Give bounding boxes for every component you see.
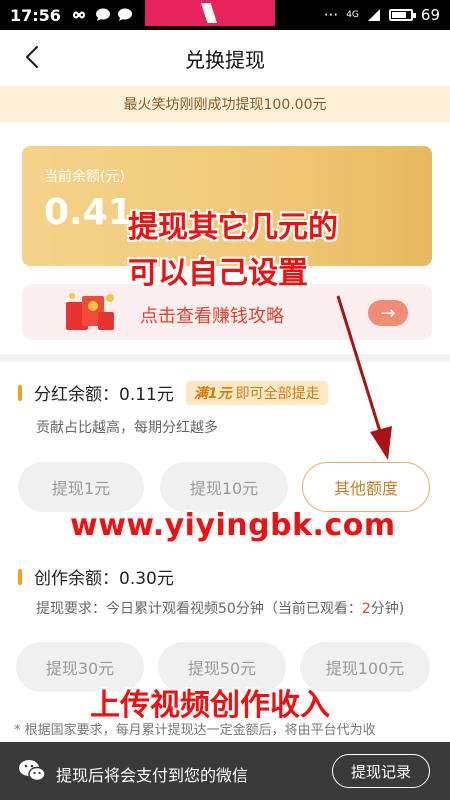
status-right: ··· 4G 69 <box>324 6 440 24</box>
signal-bars-icon <box>367 9 380 21</box>
annotation-line2: 可以自己设置 <box>128 256 308 291</box>
page-title: 兑换提现 <box>185 47 265 72</box>
red-envelope-icon <box>66 293 114 330</box>
nav-bar: 兑换提现 <box>0 30 450 86</box>
balance-label: 当前余额(元) <box>44 169 125 185</box>
signal-icon: 4G <box>346 10 359 20</box>
annotation-arrow-icon <box>336 295 392 460</box>
chat-bubble-icon-2 <box>117 8 132 21</box>
withdraw-notice: 最火笑坊刚刚成功提现100.00元 <box>0 86 450 122</box>
notification-icons <box>69 8 133 22</box>
other-amount-button[interactable]: 其他额度 <box>302 462 430 512</box>
dividend-desc: 贡献占比越高，每期分红越多 <box>36 420 218 436</box>
chat-bubble-icon <box>95 8 110 21</box>
infinity-icon <box>72 11 85 19</box>
withdraw-1-button[interactable]: 提现1元 <box>18 462 144 512</box>
battery-icon <box>388 9 416 21</box>
creation-balance-header: 创作余额：0.30元 <box>18 564 174 589</box>
payout-hint: 提现后将会支付到您的微信 <box>56 766 249 785</box>
annotation-bottom: 上传视频创作收入 <box>90 688 330 723</box>
annotation-url: www.yiyingbk.com <box>70 508 396 543</box>
annotation-line1: 提现其它几元的 <box>128 210 338 245</box>
more-dots-icon: ··· <box>323 6 339 24</box>
section-accent-bar-2 <box>18 568 22 585</box>
wechat-icon <box>19 760 46 782</box>
requirement-suffix: 分钟) <box>370 601 405 617</box>
threshold-rest: 即可全部提走 <box>235 385 320 402</box>
withdraw-10-button[interactable]: 提现10元 <box>160 462 288 512</box>
app-logo-overlay <box>145 0 275 26</box>
battery-level: 69 <box>420 6 440 24</box>
watched-minutes: 2 <box>361 601 371 617</box>
creation-requirement: 提现要求：今日累计观看视频50分钟（当前已观看：2分钟) <box>36 598 404 618</box>
dividend-balance-header: 分红余额：0.11元 满1元 即可全部提走 <box>18 380 328 405</box>
status-time: 17:56 <box>10 5 61 25</box>
requirement-text: 提现要求：今日累计观看视频50分钟（当前已观看： <box>36 601 362 617</box>
bottom-bar: 提现后将会支付到您的微信 提现记录 <box>0 742 450 800</box>
dividend-balance-label: 分红余额：0.11元 <box>34 385 174 405</box>
back-arrow-icon[interactable] <box>20 44 46 70</box>
guide-text: 点击查看赚钱攻略 <box>140 306 284 327</box>
threshold-strong: 满1元 <box>193 385 232 402</box>
section-accent-bar <box>18 384 22 401</box>
creation-balance-label: 创作余额：0.30元 <box>34 569 174 589</box>
withdraw-record-button[interactable]: 提现记录 <box>332 754 430 788</box>
dividend-threshold-badge: 满1元 即可全部提走 <box>185 380 328 405</box>
